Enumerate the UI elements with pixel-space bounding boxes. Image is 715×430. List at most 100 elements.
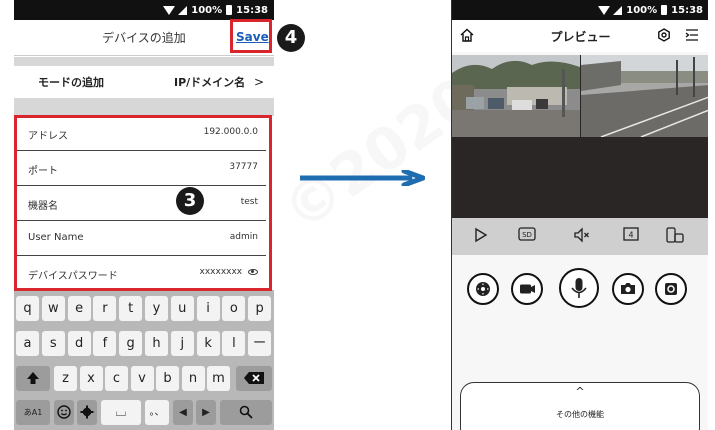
header: デバイスの追加 Save xyxy=(14,20,274,56)
field-label: アドレス xyxy=(28,131,68,142)
play-icon[interactable] xyxy=(474,227,488,243)
address-field[interactable]: アドレス 192.000.0.0 xyxy=(16,116,266,151)
battery-icon xyxy=(661,5,668,15)
add-device-screen: 100% 15:38 デバイスの追加 Save モードの追加 IP/ドメイン名 … xyxy=(14,0,274,430)
keyboard-key[interactable]: p xyxy=(248,296,272,321)
keyboard-key[interactable]: m xyxy=(207,366,230,391)
keyboard-key[interactable]: y xyxy=(145,296,168,321)
shift-icon xyxy=(27,372,39,384)
field-value: xxxxxxxx xyxy=(199,267,243,277)
search-icon xyxy=(239,405,253,419)
sd-quality-icon[interactable]: SD xyxy=(518,227,536,241)
battery-icon xyxy=(226,5,233,15)
battery-level: 100% xyxy=(626,4,658,16)
keyboard-key[interactable]: g xyxy=(119,331,143,356)
mute-icon[interactable] xyxy=(574,227,590,243)
wifi-icon xyxy=(598,5,611,15)
video-area[interactable] xyxy=(452,55,708,218)
camera-image xyxy=(452,55,580,137)
svg-text:4: 4 xyxy=(628,231,633,240)
talk-button[interactable] xyxy=(559,268,599,308)
ptz-icon xyxy=(476,282,490,296)
keyboard-key[interactable]: d xyxy=(67,331,91,356)
ptz-button[interactable] xyxy=(467,273,499,305)
field-label: ポート xyxy=(28,166,58,177)
snapshot-button[interactable] xyxy=(612,273,644,305)
keyboard-key[interactable]: a xyxy=(16,331,39,356)
keyboard-key[interactable]: ー xyxy=(248,331,272,356)
more-functions-panel[interactable]: ^ その他の機能 xyxy=(460,382,700,430)
keyboard-key[interactable]: r xyxy=(93,296,117,321)
keyboard-key[interactable]: i xyxy=(196,296,220,321)
more-functions-label: その他の機能 xyxy=(556,410,604,419)
settings-icon[interactable] xyxy=(657,28,671,42)
keyboard-key[interactable]: s xyxy=(41,331,65,356)
keyboard-key[interactable]: l xyxy=(222,331,246,356)
record-button[interactable] xyxy=(511,273,543,305)
search-key[interactable] xyxy=(220,400,272,425)
keyboard-key[interactable]: o xyxy=(222,296,246,321)
keyboard-key[interactable]: k xyxy=(196,331,220,356)
split-screen-icon[interactable]: 4 xyxy=(623,227,639,241)
punctuation-key[interactable]: 。、 xyxy=(145,400,169,425)
microphone-icon xyxy=(571,278,587,298)
menu-list-icon[interactable] xyxy=(685,28,699,42)
field-label: User Name xyxy=(28,232,84,243)
keyboard-key[interactable]: v xyxy=(130,366,154,391)
status-bar: 100% 15:38 xyxy=(452,0,708,20)
keyboard-key[interactable]: t xyxy=(119,296,143,321)
rotate-screen-icon[interactable] xyxy=(666,227,684,243)
eye-icon[interactable] xyxy=(248,268,258,275)
mode-select-row[interactable]: モードの追加 IP/ドメイン名 > xyxy=(14,66,274,98)
backspace-key[interactable] xyxy=(236,366,272,391)
fullscreen-button[interactable] xyxy=(655,273,687,305)
gear-icon xyxy=(80,405,94,419)
camera-image xyxy=(581,55,708,137)
emoji-icon xyxy=(57,405,71,419)
keyboard-key[interactable]: e xyxy=(67,296,91,321)
space-key[interactable]: ⌴ xyxy=(101,400,141,425)
mode-value: IP/ドメイン名 xyxy=(174,76,246,89)
password-field[interactable]: デバイスパスワード xxxxxxxx xyxy=(16,256,266,291)
camera-feed-1[interactable] xyxy=(452,55,580,137)
signal-icon xyxy=(613,5,623,15)
signal-icon xyxy=(178,5,188,15)
chevron-right-icon: > xyxy=(254,75,265,89)
settings-key[interactable] xyxy=(77,400,97,425)
keyboard-key[interactable]: c xyxy=(105,366,128,391)
username-field[interactable]: User Name admin xyxy=(16,221,266,256)
keyboard-key[interactable]: z xyxy=(54,366,77,391)
device-name-field[interactable]: 機器名 test xyxy=(16,186,266,221)
keyboard-key[interactable]: h xyxy=(145,331,168,356)
keyboard-key[interactable]: w xyxy=(41,296,65,321)
keyboard-key[interactable]: b xyxy=(156,366,179,391)
status-bar: 100% 15:38 xyxy=(14,0,274,20)
step-badge-4: 4 xyxy=(277,24,305,52)
keyboard-key[interactable]: u xyxy=(170,296,194,321)
emoji-key[interactable] xyxy=(54,400,74,425)
page-title: デバイスの追加 xyxy=(102,31,186,45)
keyboard-key[interactable]: j xyxy=(170,331,194,356)
field-value: test xyxy=(240,197,258,207)
shift-key[interactable] xyxy=(16,366,50,391)
cursor-right-key[interactable]: ▶ xyxy=(196,400,216,425)
port-field[interactable]: ポート 37777 xyxy=(16,151,266,186)
camera-feed-2[interactable] xyxy=(581,55,708,137)
capture-icon xyxy=(665,283,677,295)
field-value: 192.000.0.0 xyxy=(203,127,258,137)
backspace-icon xyxy=(244,372,264,384)
cursor-left-key[interactable]: ◀ xyxy=(173,400,193,425)
field-value: 37777 xyxy=(229,162,258,172)
keyboard-key[interactable]: x xyxy=(79,366,103,391)
language-key[interactable]: あA1 xyxy=(16,400,50,425)
playback-toolbar: SD 4 xyxy=(452,218,708,255)
wifi-icon xyxy=(163,5,176,15)
save-button[interactable]: Save xyxy=(236,30,269,44)
keyboard-key[interactable]: q xyxy=(16,296,39,321)
clock: 15:38 xyxy=(671,4,703,16)
clock: 15:38 xyxy=(236,4,268,16)
field-label: 機器名 xyxy=(28,201,58,212)
keyboard-key[interactable]: f xyxy=(93,331,117,356)
keyboard: qwertyuiop asdfghjklー zxcvbnm あA1 ⌴ 。、 ◀… xyxy=(14,290,274,430)
keyboard-key[interactable]: n xyxy=(181,366,205,391)
